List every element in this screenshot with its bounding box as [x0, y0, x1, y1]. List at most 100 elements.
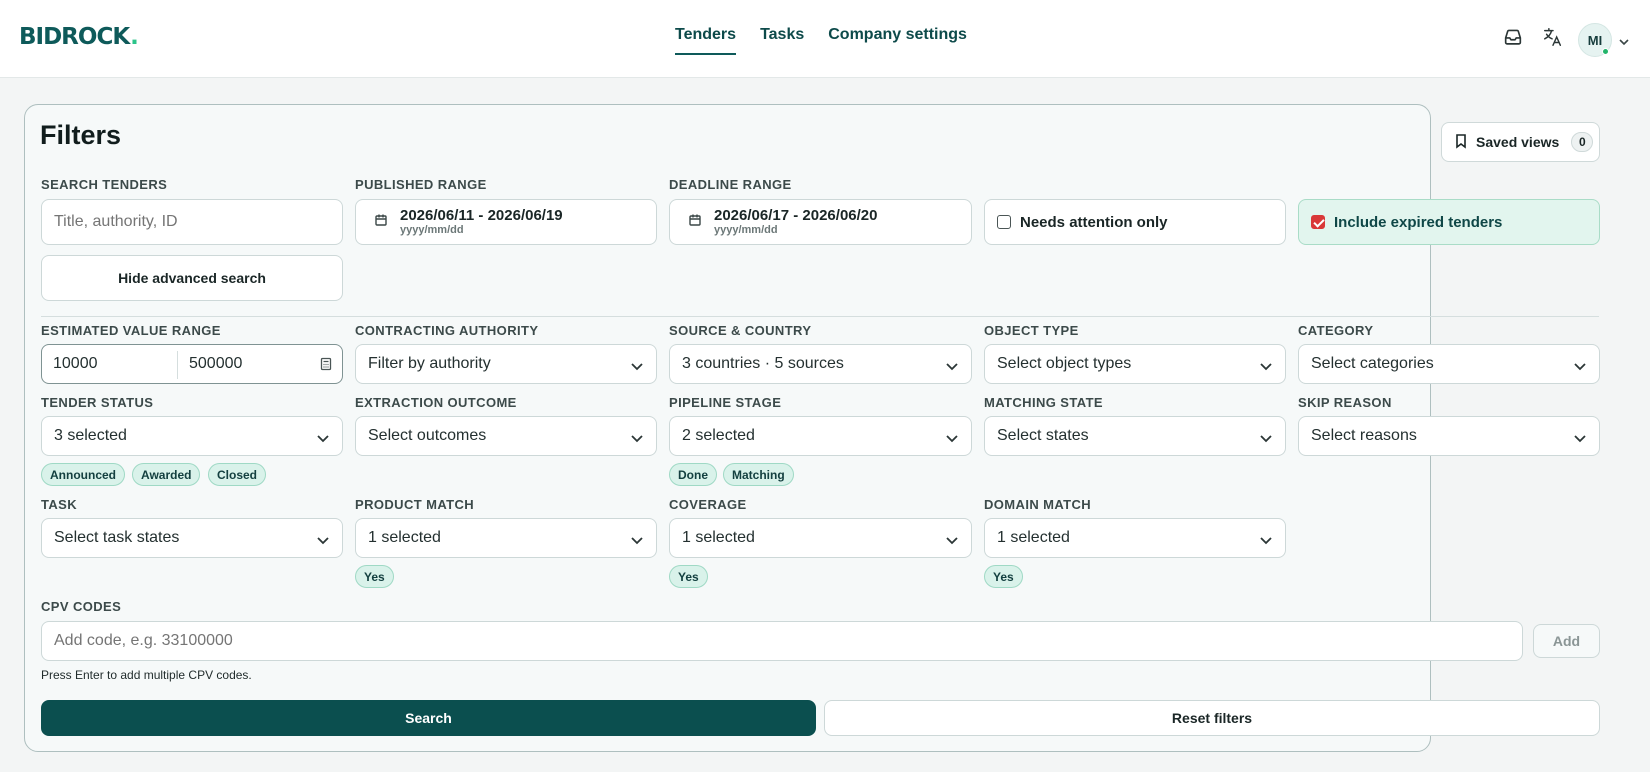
- published-range-format: yyyy/mm/dd: [400, 224, 464, 236]
- chip-coverage-yes[interactable]: Yes: [669, 565, 708, 588]
- tender-status-label: TENDER STATUS: [41, 395, 154, 410]
- deadline-range-field[interactable]: 2026/06/17 - 2026/06/20 yyyy/mm/dd: [669, 199, 972, 245]
- saved-views-button[interactable]: Saved views 0: [1441, 122, 1600, 162]
- filters-title: Filters: [40, 120, 122, 150]
- chip-awarded[interactable]: Awarded: [132, 463, 201, 486]
- nav-tab-tenders[interactable]: Tenders: [675, 26, 737, 55]
- cpv-codes-label: CPV CODES: [41, 599, 122, 614]
- cpv-helper-text: Press Enter to add multiple CPV codes.: [41, 668, 252, 682]
- nav-tab-company-settings[interactable]: Company settings: [828, 26, 967, 55]
- chip-domain-match-yes[interactable]: Yes: [984, 565, 1023, 588]
- task-select[interactable]: Select task states: [41, 518, 343, 558]
- estimated-value-label: ESTIMATED VALUE RANGE: [41, 323, 221, 338]
- chevron-down-icon: [1259, 532, 1273, 550]
- needs-attention-label: Needs attention only: [1020, 213, 1168, 231]
- search-tenders-input[interactable]: [41, 199, 343, 245]
- skip-reason-value: Select reasons: [1311, 427, 1417, 444]
- search-button[interactable]: Search: [41, 700, 816, 736]
- extraction-outcome-value: Select outcomes: [368, 427, 487, 444]
- include-expired-label: Include expired tenders: [1334, 213, 1503, 231]
- bookmark-icon: [1454, 133, 1468, 152]
- tender-status-select[interactable]: 3 selected: [41, 416, 343, 456]
- chevron-down-icon: [1573, 358, 1587, 376]
- product-match-select[interactable]: 1 selected: [355, 518, 657, 558]
- logo-dot: .: [130, 24, 139, 50]
- matching-state-label: MATCHING STATE: [984, 395, 1103, 410]
- matching-state-value: Select states: [997, 427, 1089, 444]
- chip-product-match-yes[interactable]: Yes: [355, 565, 394, 588]
- category-value: Select categories: [1311, 355, 1434, 372]
- include-expired-toggle[interactable]: Include expired tenders: [1298, 199, 1600, 245]
- chevron-down-icon: [945, 532, 959, 550]
- deadline-range-label: DEADLINE RANGE: [669, 177, 792, 192]
- coverage-select[interactable]: 1 selected: [669, 518, 972, 558]
- chevron-down-icon: [945, 430, 959, 448]
- published-range-label: PUBLISHED RANGE: [355, 177, 487, 192]
- source-country-select[interactable]: 3 countries · 5 sources: [669, 344, 972, 384]
- source-country-label: SOURCE & COUNTRY: [669, 323, 812, 338]
- pipeline-stage-select[interactable]: 2 selected: [669, 416, 972, 456]
- translate-icon[interactable]: [1542, 26, 1564, 48]
- logo-text: BIDROCK: [19, 24, 130, 50]
- online-status-dot: [1602, 48, 1609, 55]
- chip-done[interactable]: Done: [669, 463, 717, 486]
- contracting-authority-select[interactable]: Filter by authority: [355, 344, 657, 384]
- hide-advanced-search-button[interactable]: Hide advanced search: [41, 255, 343, 301]
- product-match-value: 1 selected: [368, 529, 441, 546]
- pipeline-stage-value: 2 selected: [682, 427, 755, 444]
- reset-filters-button[interactable]: Reset filters: [824, 700, 1600, 736]
- chevron-down-icon: [1573, 430, 1587, 448]
- object-type-label: OBJECT TYPE: [984, 323, 1079, 338]
- cpv-code-input[interactable]: [41, 621, 1523, 661]
- chevron-down-icon: [316, 532, 330, 550]
- chevron-down-icon: [1259, 430, 1273, 448]
- chip-announced[interactable]: Announced: [41, 463, 125, 486]
- chevron-down-icon: [630, 532, 644, 550]
- chevron-down-icon: [945, 358, 959, 376]
- extraction-outcome-select[interactable]: Select outcomes: [355, 416, 657, 456]
- domain-match-select[interactable]: 1 selected: [984, 518, 1286, 558]
- chip-matching[interactable]: Matching: [723, 463, 794, 486]
- chevron-down-icon: [316, 430, 330, 448]
- chevron-down-icon[interactable]: [1618, 34, 1630, 52]
- estimated-value-min-input[interactable]: 10000: [53, 355, 98, 373]
- saved-views-count: 0: [1571, 132, 1594, 152]
- matching-state-select[interactable]: Select states: [984, 416, 1286, 456]
- contracting-authority-value: Filter by authority: [368, 355, 491, 372]
- skip-reason-label: SKIP REASON: [1298, 395, 1392, 410]
- skip-reason-select[interactable]: Select reasons: [1298, 416, 1600, 456]
- coverage-value: 1 selected: [682, 529, 755, 546]
- coverage-label: COVERAGE: [669, 497, 747, 512]
- object-type-value: Select object types: [997, 355, 1132, 372]
- object-type-select[interactable]: Select object types: [984, 344, 1286, 384]
- published-range-field[interactable]: 2026/06/11 - 2026/06/19 yyyy/mm/dd: [355, 199, 657, 245]
- avatar[interactable]: MI: [1578, 23, 1612, 57]
- include-expired-checkbox[interactable]: [1311, 215, 1325, 229]
- deadline-range-value: 2026/06/17 - 2026/06/20: [714, 207, 878, 224]
- needs-attention-toggle[interactable]: Needs attention only: [984, 199, 1286, 245]
- main-nav: Tenders Tasks Company settings: [675, 26, 967, 55]
- range-separator: [177, 351, 178, 379]
- domain-match-value: 1 selected: [997, 529, 1070, 546]
- calendar-icon: [688, 213, 702, 232]
- inbox-icon[interactable]: [1502, 26, 1524, 48]
- needs-attention-checkbox[interactable]: [997, 215, 1011, 229]
- source-country-value: 3 countries · 5 sources: [682, 355, 844, 372]
- saved-views-label: Saved views: [1476, 134, 1560, 150]
- estimated-value-max-input[interactable]: 500000: [189, 355, 242, 373]
- advanced-divider: [41, 316, 1599, 317]
- add-cpv-button[interactable]: Add: [1533, 624, 1600, 658]
- chip-closed[interactable]: Closed: [208, 463, 267, 486]
- product-match-label: PRODUCT MATCH: [355, 497, 475, 512]
- logo[interactable]: BIDROCK.: [19, 24, 139, 50]
- calculator-icon[interactable]: [320, 357, 332, 376]
- calendar-icon: [374, 213, 388, 232]
- chevron-down-icon: [630, 358, 644, 376]
- chevron-down-icon: [1259, 358, 1273, 376]
- category-label: CATEGORY: [1298, 323, 1374, 338]
- pipeline-stage-label: PIPELINE STAGE: [669, 395, 782, 410]
- category-select[interactable]: Select categories: [1298, 344, 1600, 384]
- deadline-range-format: yyyy/mm/dd: [714, 224, 778, 236]
- extraction-outcome-label: EXTRACTION OUTCOME: [355, 395, 517, 410]
- nav-tab-tasks[interactable]: Tasks: [760, 26, 804, 55]
